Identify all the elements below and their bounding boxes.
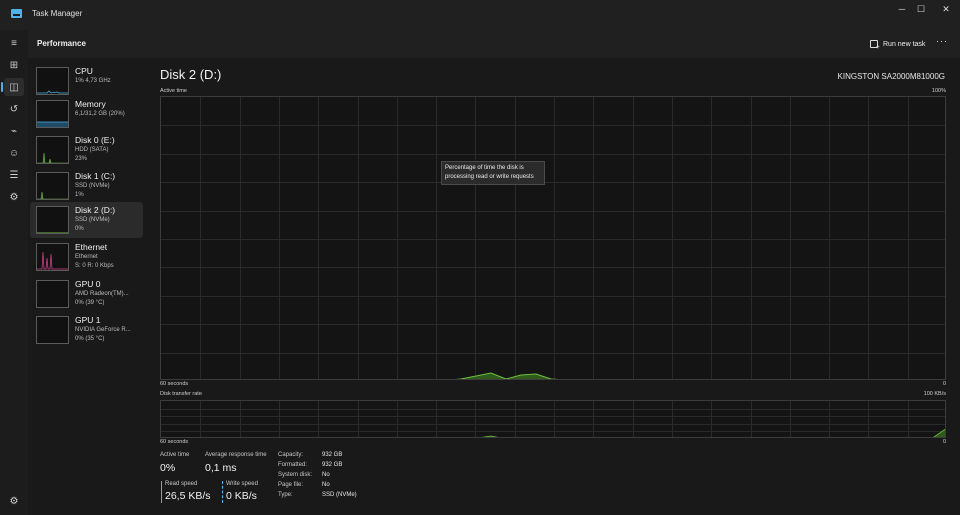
device-thumbnail-graph bbox=[36, 316, 69, 344]
tooltip-line: Percentage of time the disk is bbox=[445, 165, 524, 171]
run-new-task-label: Run new task bbox=[883, 40, 926, 48]
hamburger-menu-icon[interactable]: ≡ bbox=[4, 34, 24, 52]
startup-apps-icon[interactable]: ⌁ bbox=[4, 122, 24, 140]
device-name: GPU 1 bbox=[75, 315, 101, 325]
title-bar: Task Manager ─ ☐ ✕ bbox=[0, 0, 960, 30]
capacity-value: 932 GB bbox=[322, 452, 343, 458]
active-time-graph[interactable] bbox=[160, 96, 946, 380]
device-item-disk-2[interactable]: Disk 2 (D:) SSD (NVMe) 0% bbox=[30, 202, 143, 238]
active-time-tooltip: Percentage of time the disk is processin… bbox=[441, 161, 545, 185]
device-usage: 0% (39 °C) bbox=[75, 300, 105, 306]
device-thumbnail-graph bbox=[36, 206, 69, 234]
more-options-button[interactable]: ··· bbox=[936, 36, 948, 46]
device-detail: AMD Radeon(TM)... bbox=[75, 291, 129, 297]
transfer-rate-graph-spike bbox=[933, 428, 945, 437]
transfer-rate-duration-label: 60 seconds bbox=[160, 439, 189, 445]
device-thumbnail-graph bbox=[36, 243, 69, 271]
device-item-gpu-1[interactable]: GPU 1 NVIDIA GeForce R... 0% (35 °C) bbox=[30, 312, 143, 348]
avg-response-stat-value: 0,1 ms bbox=[205, 462, 237, 474]
page-file-label: Page file: bbox=[278, 482, 304, 488]
active-time-min-label: 0 bbox=[942, 381, 946, 387]
window-title: Task Manager bbox=[32, 9, 83, 18]
device-thumbnail-graph bbox=[36, 172, 69, 200]
processes-icon[interactable]: ⊞ bbox=[4, 56, 24, 74]
device-item-cpu[interactable]: CPU 1% 4,73 GHz bbox=[30, 63, 143, 99]
transfer-rate-graph-label: Disk transfer rate bbox=[160, 391, 202, 397]
run-new-task-button[interactable]: Run new task bbox=[870, 36, 925, 52]
active-time-max-label: 100% bbox=[931, 88, 946, 94]
device-usage: 0% bbox=[75, 226, 84, 232]
run-task-icon bbox=[870, 40, 880, 51]
avg-response-stat-label: Average response time bbox=[205, 452, 267, 458]
maximize-button[interactable]: ☐ bbox=[907, 0, 935, 18]
device-usage: 1% bbox=[75, 192, 84, 198]
write-speed-indicator bbox=[222, 481, 223, 503]
device-item-gpu-0[interactable]: GPU 0 AMD Radeon(TM)... 0% (39 °C) bbox=[30, 276, 143, 312]
settings-icon[interactable]: ⚙ bbox=[4, 492, 24, 510]
transfer-rate-graph[interactable] bbox=[160, 400, 946, 438]
device-detail: 1% 4,73 GHz bbox=[75, 78, 111, 84]
read-speed-value: 26,5 KB/s bbox=[165, 490, 211, 502]
write-speed-value: 0 KB/s bbox=[226, 490, 257, 502]
read-speed-indicator bbox=[161, 481, 162, 503]
active-time-stat-label: Active time bbox=[160, 452, 190, 458]
device-name: Ethernet bbox=[75, 242, 108, 252]
tooltip-line: processing read or write requests bbox=[445, 174, 534, 180]
system-disk-value: No bbox=[322, 472, 330, 478]
active-time-stat-value: 0% bbox=[160, 462, 176, 474]
device-usage: 0% (35 °C) bbox=[75, 336, 105, 342]
users-icon[interactable]: ☺ bbox=[4, 144, 24, 162]
task-manager-app-icon bbox=[11, 9, 22, 18]
device-item-disk-0[interactable]: Disk 0 (E:) HDD (SATA) 23% bbox=[30, 132, 143, 168]
details-icon[interactable]: ☰ bbox=[4, 166, 24, 184]
device-thumbnail-graph bbox=[36, 136, 69, 164]
device-item-memory[interactable]: Memory 6,1/31,2 GB (20%) bbox=[30, 96, 143, 132]
transfer-rate-graph-line bbox=[481, 435, 499, 437]
device-name: GPU 0 bbox=[75, 279, 101, 289]
device-thumbnail-graph bbox=[36, 280, 69, 308]
device-detail: 6,1/31,2 GB (20%) bbox=[75, 111, 125, 117]
device-detail: Ethernet bbox=[75, 254, 98, 260]
device-name: Memory bbox=[75, 99, 106, 109]
device-detail: SSD (NVMe) bbox=[75, 217, 110, 223]
close-button[interactable]: ✕ bbox=[932, 0, 960, 18]
device-name: Disk 0 (E:) bbox=[75, 135, 115, 145]
type-value: SSD (NVMe) bbox=[322, 492, 357, 498]
device-item-ethernet[interactable]: Ethernet Ethernet S: 0 R: 0 Kbps bbox=[30, 239, 143, 275]
write-speed-label: Write speed bbox=[226, 481, 258, 487]
read-speed-label: Read speed bbox=[165, 481, 198, 487]
device-name: CPU bbox=[75, 66, 93, 76]
disk-model: KINGSTON SA2000M81000G bbox=[837, 72, 945, 81]
active-time-graph-label: Active time bbox=[160, 88, 187, 94]
transfer-rate-min-label: 0 bbox=[942, 439, 946, 445]
performance-icon[interactable]: ◫ bbox=[1, 78, 24, 96]
navigation-rail: ≡ ⊞ ◫ ↺ ⌁ ☺ ☰ ⚙ ⚙ bbox=[0, 30, 28, 515]
services-icon[interactable]: ⚙ bbox=[4, 188, 24, 206]
formatted-label: Formatted: bbox=[278, 462, 308, 468]
device-item-disk-1[interactable]: Disk 1 (C:) SSD (NVMe) 1% bbox=[30, 168, 143, 204]
device-thumbnail-graph bbox=[36, 100, 69, 128]
device-detail: HDD (SATA) bbox=[75, 147, 109, 153]
page-header: Performance Run new task ··· bbox=[28, 30, 960, 58]
system-disk-label: System disk: bbox=[278, 472, 313, 478]
capacity-label: Capacity: bbox=[278, 452, 304, 458]
page-file-value: No bbox=[322, 482, 330, 488]
page-title: Performance bbox=[37, 39, 86, 48]
active-time-graph-line bbox=[455, 372, 559, 379]
app-history-icon[interactable]: ↺ bbox=[4, 100, 24, 118]
device-usage: S: 0 R: 0 Kbps bbox=[75, 263, 114, 269]
device-thumbnail-graph bbox=[36, 67, 69, 95]
type-label: Type: bbox=[278, 492, 293, 498]
device-name: Disk 1 (C:) bbox=[75, 171, 116, 181]
disk-title: Disk 2 (D:) bbox=[160, 67, 222, 82]
device-usage: 23% bbox=[75, 156, 88, 162]
device-detail: SSD (NVMe) bbox=[75, 183, 110, 189]
formatted-value: 932 GB bbox=[322, 462, 343, 468]
device-detail: NVIDIA GeForce R... bbox=[75, 327, 131, 333]
active-time-duration-label: 60 seconds bbox=[160, 381, 189, 387]
transfer-rate-max-label: 100 KB/s bbox=[923, 391, 946, 397]
device-name: Disk 2 (D:) bbox=[75, 205, 116, 215]
